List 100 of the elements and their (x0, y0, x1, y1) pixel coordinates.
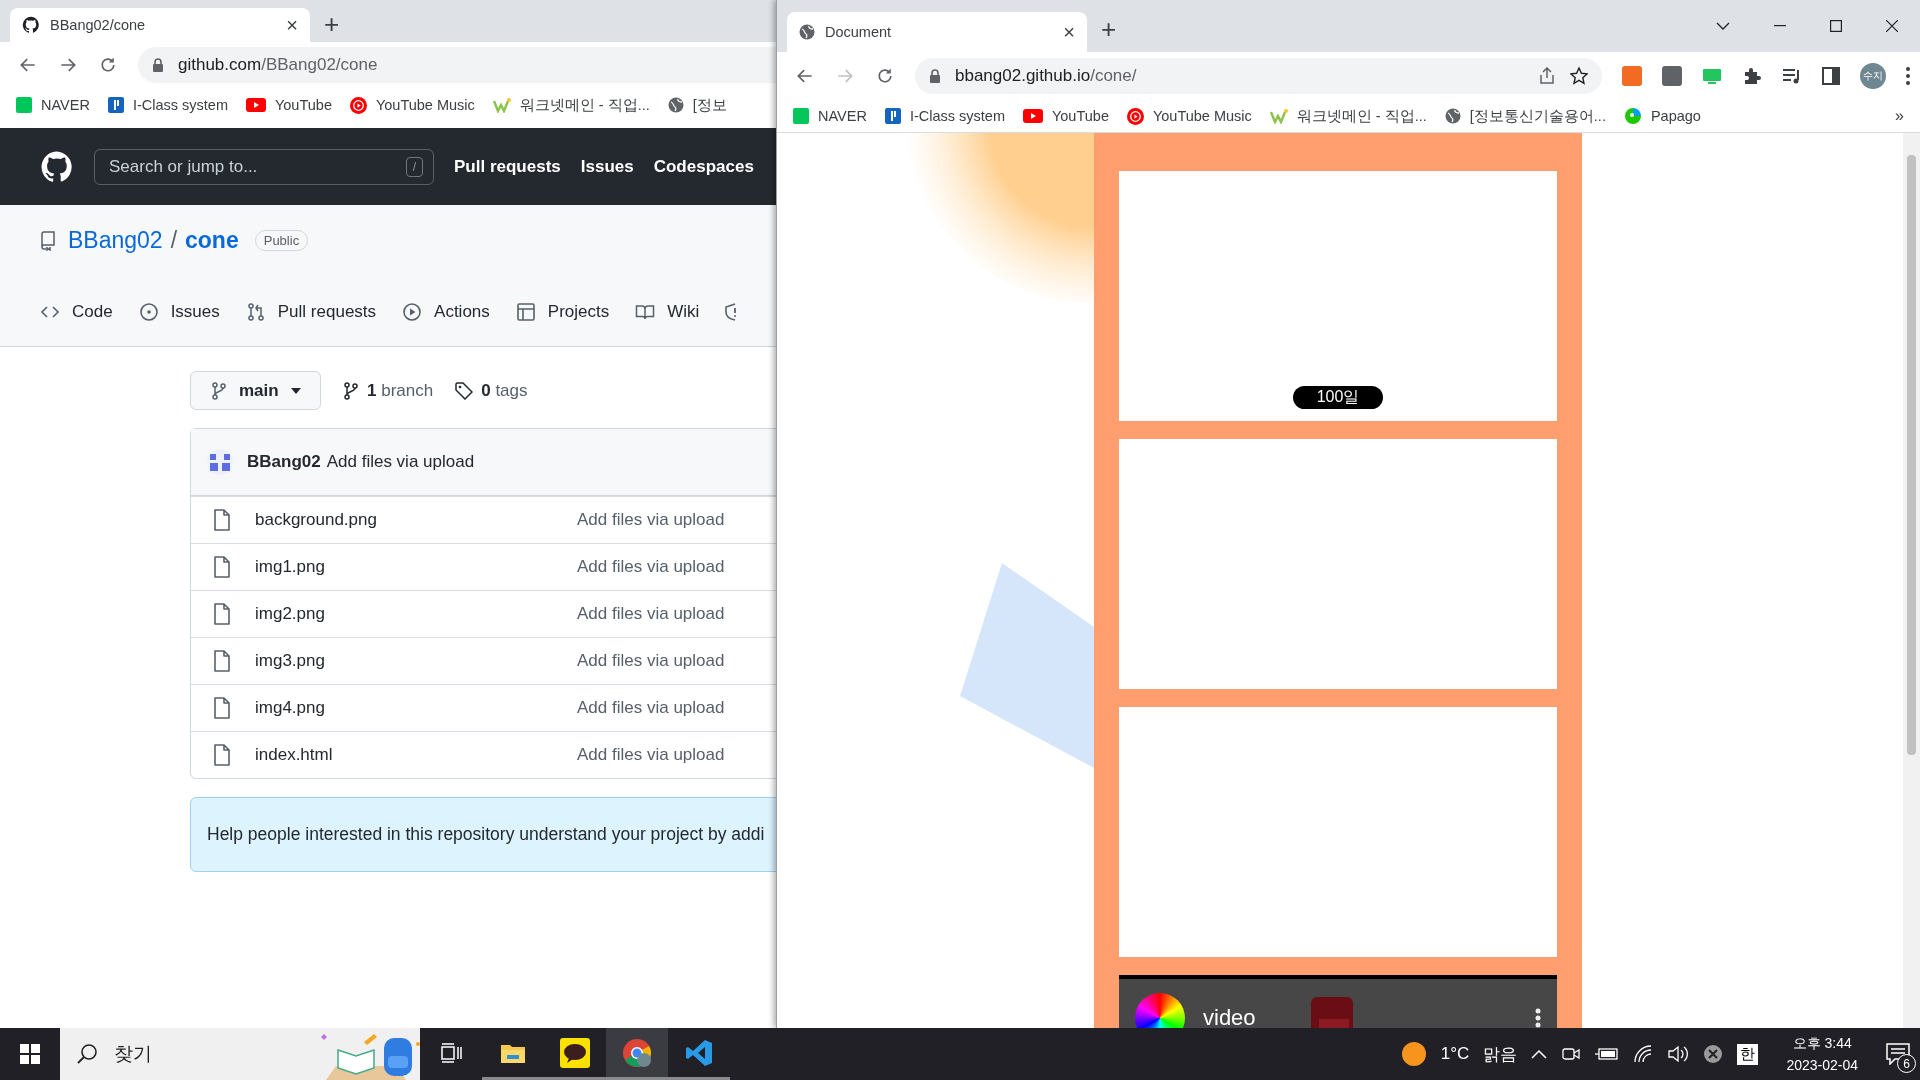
file-link[interactable]: img1.png (255, 557, 577, 577)
code-editor-icon (685, 1038, 713, 1067)
bookmark-link[interactable]: I-Class system (909, 108, 1005, 124)
repo-tab[interactable]: Wiki (635, 302, 700, 322)
branch-button[interactable]: main (190, 371, 321, 410)
more-bookmarks-button[interactable]: » (1895, 107, 1904, 125)
scrollbar[interactable] (1903, 133, 1920, 1028)
lock-icon (929, 69, 941, 83)
nav-link[interactable]: Codespaces (653, 156, 754, 177)
commit-message-link[interactable]: Add files via upload (577, 604, 725, 624)
commit-message-link[interactable]: Add files via upload (577, 651, 725, 671)
chevron-down-icon[interactable] (1716, 22, 1730, 30)
clock[interactable]: 오후 3:44 2023-02-04 (1786, 1035, 1858, 1073)
camera-icon[interactable] (1561, 1045, 1582, 1063)
bookmark-link[interactable]: YouTube Music (1152, 108, 1252, 124)
video-player[interactable]: video (1119, 975, 1557, 1028)
repo-tab[interactable]: Actions (402, 302, 490, 322)
commit-message-link[interactable]: Add files via upload (577, 698, 725, 718)
nav-link[interactable]: Issues (580, 156, 634, 177)
maximize-icon[interactable] (1830, 20, 1842, 32)
reload-icon[interactable] (98, 55, 118, 75)
bookmark-link[interactable]: I-Class system (132, 97, 228, 113)
shield-icon (725, 302, 738, 322)
file-link[interactable]: img3.png (255, 651, 577, 671)
close-tab-button[interactable]: × (1063, 22, 1075, 42)
branch-icon (343, 381, 359, 400)
bookmark-link[interactable]: [정보통신기술용어... (1469, 106, 1606, 126)
globe-icon (1444, 108, 1461, 124)
nav-link[interactable]: Pull requests (454, 156, 561, 177)
bookmark-link[interactable]: 워크넷메인 - 직업... (1296, 106, 1427, 126)
chevron-up-icon[interactable] (1531, 1049, 1548, 1059)
branch-icon (211, 381, 227, 400)
commit-message-link[interactable]: Add files via upload (577, 557, 725, 577)
table-icon (515, 302, 536, 322)
address-bar[interactable]: github.com/BBang02/cone (138, 47, 776, 83)
bookmark-link[interactable]: NAVER (41, 97, 90, 113)
browser-tab[interactable]: Document × (787, 12, 1087, 52)
battery-icon[interactable] (1595, 1047, 1620, 1061)
bookmark-link[interactable]: YouTube Music (375, 97, 475, 113)
playlist-icon[interactable] (1782, 67, 1802, 85)
tags-link[interactable]: 0 tags (481, 380, 528, 401)
sun-icon (1400, 1041, 1427, 1067)
naver-icon (793, 108, 809, 124)
taskbar-search-field[interactable]: 찾기 (60, 1028, 420, 1080)
file-icon (213, 603, 231, 625)
profile-avatar[interactable]: 수지 (1860, 63, 1886, 89)
new-tab-button[interactable]: + (324, 5, 340, 37)
file-icon (213, 744, 231, 766)
star-icon[interactable] (1570, 67, 1588, 85)
youtube-icon (245, 98, 266, 112)
weather-condition[interactable]: 맑음 (1483, 1042, 1518, 1066)
repo-tab[interactable]: Code (40, 302, 113, 322)
bookmark-link[interactable]: 워크넷메인 - 직업... (519, 95, 650, 115)
bookmark-link[interactable]: NAVER (818, 108, 867, 124)
github-logo-icon[interactable] (22, 16, 40, 34)
close-tab-button[interactable]: × (286, 15, 298, 35)
search-field[interactable]: Search or jump to... / (94, 148, 434, 185)
issue-icon (138, 302, 159, 322)
browser-tab[interactable]: BBang02/cone × (10, 8, 310, 42)
bookmark-link[interactable]: YouTube (1051, 108, 1109, 124)
repo-tab[interactable]: Pull requests (245, 302, 377, 322)
commit-message-link[interactable]: Add files via upload (577, 510, 725, 530)
file-link[interactable]: img2.png (255, 604, 577, 624)
weather-temperature[interactable]: 1°C (1440, 1044, 1470, 1064)
shortcut-key: / (405, 156, 423, 177)
more-icon[interactable] (1535, 1008, 1541, 1028)
globe-icon (799, 24, 815, 40)
branches-link[interactable]: 1 branch (367, 380, 434, 401)
notification-count: 6 (1897, 1054, 1916, 1073)
speaker-icon[interactable] (1667, 1045, 1690, 1063)
bookmark-link[interactable]: Papago (1650, 108, 1701, 124)
youtube-music-icon (349, 96, 367, 114)
side-panel-icon[interactable] (1822, 67, 1840, 85)
reload-icon[interactable] (875, 66, 895, 86)
close-icon[interactable] (1886, 20, 1898, 32)
repo-link[interactable]: cone (185, 227, 239, 254)
file-link[interactable]: background.png (255, 510, 577, 530)
repo-tab[interactable]: Projects (515, 302, 610, 322)
wifi-icon[interactable] (1633, 1045, 1654, 1063)
share-icon[interactable] (1538, 67, 1556, 85)
repo-tab[interactable]: Issues (138, 302, 220, 322)
file-link[interactable]: index.html (255, 745, 577, 765)
blocked-icon[interactable] (1703, 1044, 1724, 1064)
file-link[interactable]: img4.png (255, 698, 577, 718)
youtube-icon (1022, 109, 1043, 123)
more-icon[interactable] (1906, 67, 1910, 85)
owner-link[interactable]: BBang02 (68, 227, 163, 254)
lock-icon (152, 58, 164, 72)
file-icon (213, 509, 231, 531)
bookmark-link[interactable]: [정보 (692, 95, 727, 115)
address-bar[interactable]: bbang02.github.io/cone/ (915, 58, 1602, 94)
input-method-indicator[interactable]: 한 (1737, 1043, 1759, 1065)
github-logo-icon[interactable] (40, 149, 74, 184)
puzzle-icon[interactable] (1742, 66, 1762, 86)
papago-icon (1623, 107, 1642, 125)
bookmark-link[interactable]: YouTube (274, 97, 332, 113)
taskbar-app[interactable] (606, 1028, 668, 1080)
minimize-icon[interactable] (1774, 25, 1786, 27)
new-tab-button[interactable]: + (1101, 10, 1117, 42)
commit-message-link[interactable]: Add files via upload (577, 745, 725, 765)
